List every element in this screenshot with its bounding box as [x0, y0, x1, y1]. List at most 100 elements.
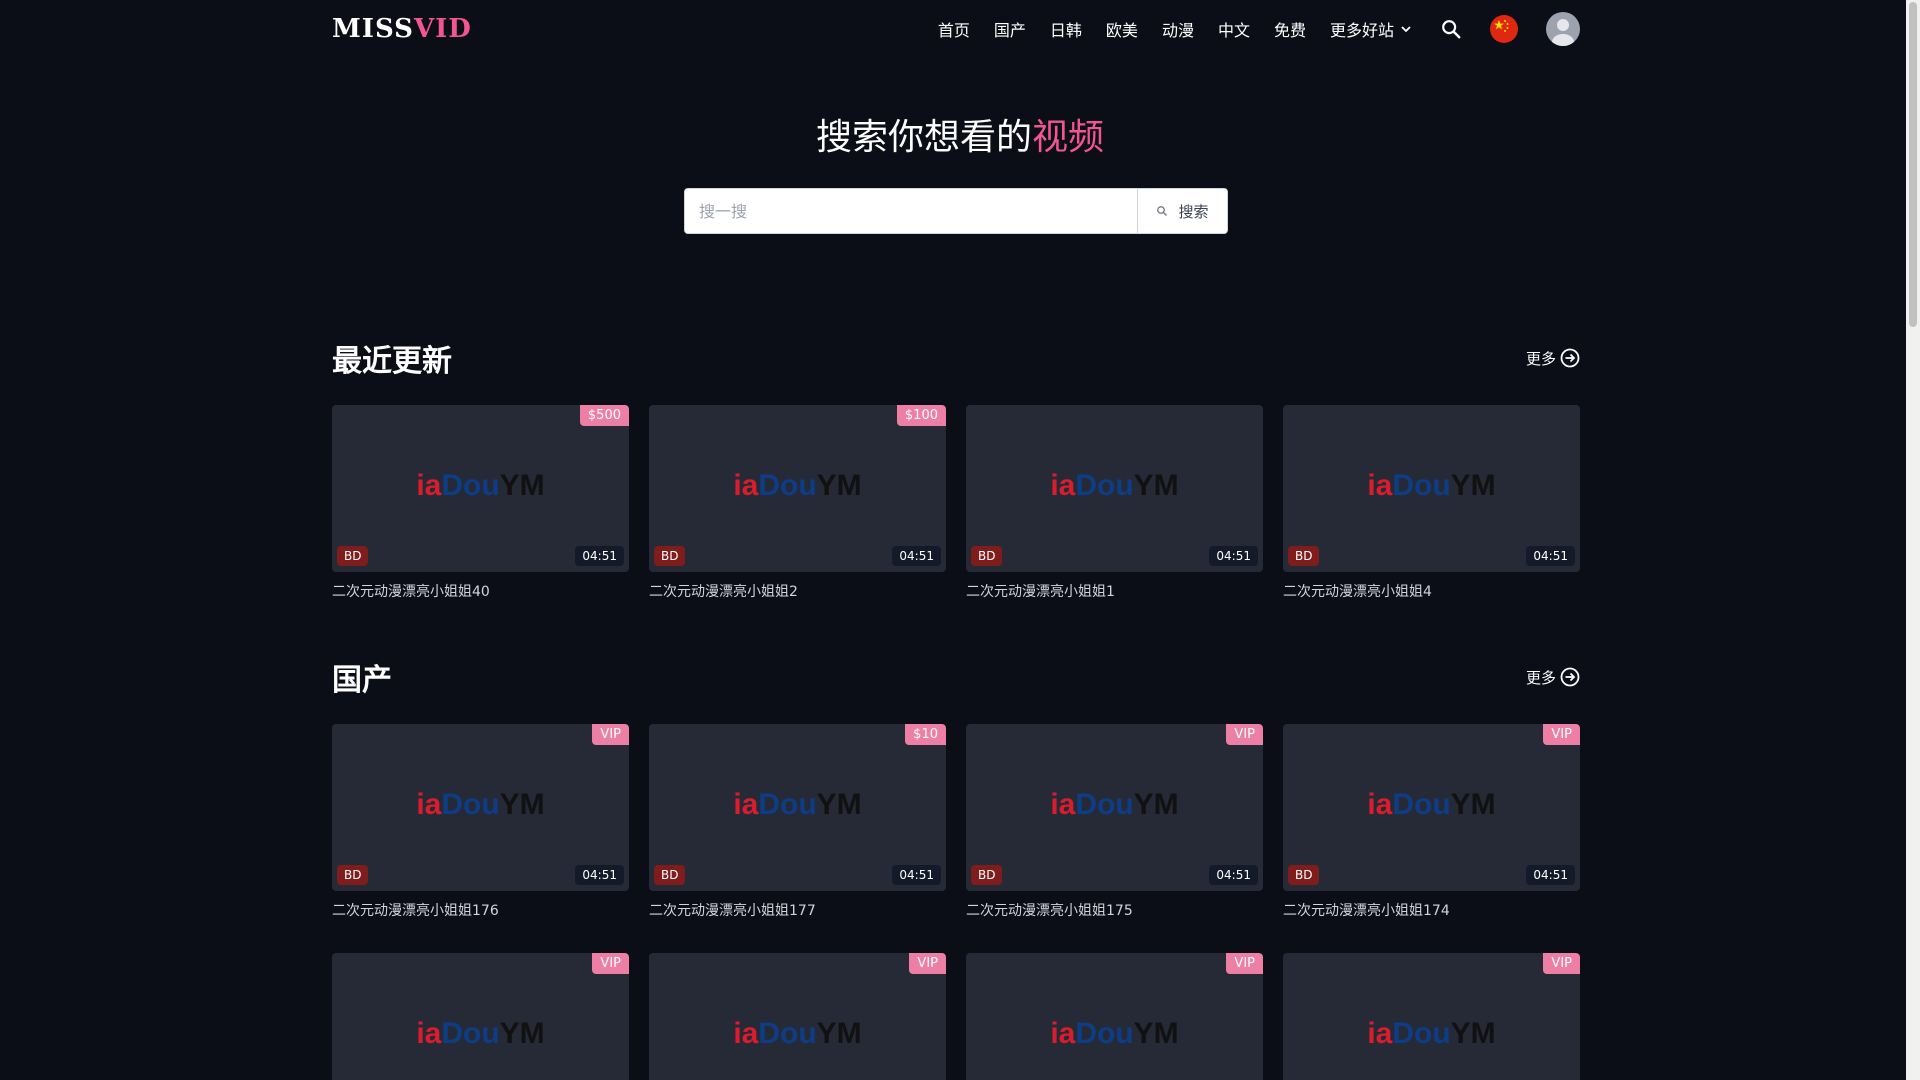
video-thumbnail[interactable]: iaDouYM VIP BD 04:51: [332, 724, 629, 891]
duration-badge: 04:51: [892, 546, 941, 566]
video-thumbnail[interactable]: iaDouYM VIP: [332, 953, 629, 1080]
thumbnail-watermark: iaDouYM: [416, 1017, 545, 1050]
vip-badge: VIP: [1543, 724, 1580, 745]
video-thumbnail[interactable]: iaDouYM VIP BD 04:51: [966, 724, 1263, 891]
thumbnail-watermark: iaDouYM: [1367, 1017, 1496, 1050]
video-title[interactable]: 二次元动漫漂亮小姐姐174: [1283, 900, 1580, 920]
section-title: 国产: [332, 663, 392, 698]
search-button-icon: [1157, 206, 1168, 216]
vip-badge: VIP: [1226, 953, 1263, 974]
site-logo[interactable]: MISSVID: [332, 14, 472, 44]
thumbnail-watermark: iaDouYM: [1050, 1017, 1179, 1050]
nav-item-chinese[interactable]: 中文: [1218, 17, 1250, 41]
page-scrollbar[interactable]: [1906, 0, 1920, 1080]
video-thumbnail[interactable]: iaDouYM BD 04:51: [1283, 405, 1580, 572]
arrow-circle-right-icon: [1560, 667, 1580, 687]
video-card[interactable]: iaDouYM $10 BD 04:51 二次元动漫漂亮小姐姐177: [649, 724, 946, 920]
quality-badge: BD: [337, 865, 369, 885]
video-card[interactable]: iaDouYM VIP BD 04:51 二次元动漫漂亮小姐姐174: [1283, 724, 1580, 920]
more-link[interactable]: 更多: [1526, 348, 1580, 369]
price-badge: $500: [579, 405, 629, 426]
vip-badge: VIP: [1226, 724, 1263, 745]
nav-item-jpkr[interactable]: 日韩: [1050, 17, 1082, 41]
duration-badge: 04:51: [1209, 546, 1258, 566]
thumbnail-watermark: iaDouYM: [733, 1017, 862, 1050]
thumbnail-watermark: iaDouYM: [1367, 469, 1496, 502]
language-switch[interactable]: [1490, 15, 1518, 43]
video-card[interactable]: iaDouYM VIP BD 04:51 二次元动漫漂亮小姐姐176: [332, 724, 629, 920]
price-badge: $10: [905, 724, 946, 745]
search-input[interactable]: [685, 189, 1137, 233]
video-card[interactable]: iaDouYM VIP: [1283, 953, 1580, 1080]
quality-badge: BD: [654, 546, 686, 566]
nav-item-domestic[interactable]: 国产: [994, 17, 1026, 41]
video-card[interactable]: iaDouYM VIP: [649, 953, 946, 1080]
user-menu[interactable]: [1546, 12, 1580, 46]
hero-title-highlight: 视频: [1032, 117, 1105, 158]
video-card[interactable]: iaDouYM VIP BD 04:51 二次元动漫漂亮小姐姐175: [966, 724, 1263, 920]
video-title[interactable]: 二次元动漫漂亮小姐姐176: [332, 900, 629, 920]
video-title[interactable]: 二次元动漫漂亮小姐姐1: [966, 581, 1263, 601]
logo-part-2: VID: [413, 14, 472, 44]
quality-badge: BD: [1288, 865, 1320, 885]
nav-item-free[interactable]: 免费: [1274, 17, 1306, 41]
section-recent: 最近更新 更多 iaDouYM $500 BD 04:51 二次元动漫漂亮小姐姐…: [332, 336, 1580, 601]
site-header: MISSVID 首页 国产 日韩 欧美 动漫 中文 免费 更多好站: [332, 0, 1580, 58]
video-thumbnail[interactable]: iaDouYM VIP: [649, 953, 946, 1080]
section-header: 国产 更多: [332, 655, 1580, 699]
thumbnail-watermark: iaDouYM: [1050, 788, 1179, 821]
video-title[interactable]: 二次元动漫漂亮小姐姐2: [649, 581, 946, 601]
video-title[interactable]: 二次元动漫漂亮小姐姐175: [966, 900, 1263, 920]
video-grid: iaDouYM $500 BD 04:51 二次元动漫漂亮小姐姐40 iaDou…: [332, 405, 1580, 601]
section-domestic: 国产 更多 iaDouYM VIP BD 04:51 二次元动漫漂亮小姐姐176…: [332, 655, 1580, 1080]
more-link[interactable]: 更多: [1526, 667, 1580, 688]
video-thumbnail[interactable]: iaDouYM VIP: [966, 953, 1263, 1080]
nav-item-home[interactable]: 首页: [938, 17, 970, 41]
thumbnail-watermark: iaDouYM: [416, 788, 545, 821]
duration-badge: 04:51: [1209, 865, 1258, 885]
duration-badge: 04:51: [1526, 546, 1575, 566]
search-icon[interactable]: [1440, 18, 1462, 40]
nav-item-western[interactable]: 欧美: [1106, 17, 1138, 41]
nav-more-dropdown[interactable]: 更多好站: [1330, 17, 1412, 41]
quality-badge: BD: [654, 865, 686, 885]
video-title[interactable]: 二次元动漫漂亮小姐姐4: [1283, 581, 1580, 601]
video-card[interactable]: iaDouYM BD 04:51 二次元动漫漂亮小姐姐4: [1283, 405, 1580, 601]
video-card[interactable]: iaDouYM BD 04:51 二次元动漫漂亮小姐姐1: [966, 405, 1263, 601]
video-card[interactable]: iaDouYM VIP: [332, 953, 629, 1080]
nav-item-anime[interactable]: 动漫: [1162, 17, 1194, 41]
video-card[interactable]: iaDouYM VIP: [966, 953, 1263, 1080]
video-thumbnail[interactable]: iaDouYM $100 BD 04:51: [649, 405, 946, 572]
thumbnail-watermark: iaDouYM: [416, 469, 545, 502]
video-thumbnail[interactable]: iaDouYM $500 BD 04:51: [332, 405, 629, 572]
section-title: 最近更新: [332, 344, 452, 379]
china-flag-icon: [1490, 15, 1518, 43]
video-title[interactable]: 二次元动漫漂亮小姐姐40: [332, 581, 629, 601]
video-thumbnail[interactable]: iaDouYM VIP BD 04:51: [1283, 724, 1580, 891]
video-grid: iaDouYM VIP BD 04:51 二次元动漫漂亮小姐姐176 iaDou…: [332, 724, 1580, 920]
user-avatar-icon: [1546, 12, 1580, 46]
vip-badge: VIP: [592, 953, 629, 974]
video-thumbnail[interactable]: iaDouYM $10 BD 04:51: [649, 724, 946, 891]
duration-badge: 04:51: [1526, 865, 1575, 885]
video-card[interactable]: iaDouYM $100 BD 04:51 二次元动漫漂亮小姐姐2: [649, 405, 946, 601]
duration-badge: 04:51: [575, 865, 624, 885]
video-grid-row-2: iaDouYM VIP iaDouYM VIP iaDouYM VIP iaDo…: [332, 953, 1580, 1080]
section-header: 最近更新 更多: [332, 336, 1580, 380]
quality-badge: BD: [971, 865, 1003, 885]
thumbnail-watermark: iaDouYM: [733, 469, 862, 502]
video-thumbnail[interactable]: iaDouYM BD 04:51: [966, 405, 1263, 572]
vip-badge: VIP: [592, 724, 629, 745]
hero-title-main: 搜索你想看的: [815, 117, 1032, 158]
chevron-down-icon: [1401, 26, 1411, 33]
video-thumbnail[interactable]: iaDouYM VIP: [1283, 953, 1580, 1080]
scrollbar-thumb[interactable]: [1909, 2, 1917, 327]
video-title[interactable]: 二次元动漫漂亮小姐姐177: [649, 900, 946, 920]
thumbnail-watermark: iaDouYM: [1050, 469, 1179, 502]
quality-badge: BD: [1288, 546, 1320, 566]
search-button[interactable]: 搜索: [1137, 189, 1227, 233]
video-card[interactable]: iaDouYM $500 BD 04:51 二次元动漫漂亮小姐姐40: [332, 405, 629, 601]
search-bar: 搜索: [684, 188, 1228, 234]
thumbnail-watermark: iaDouYM: [733, 788, 862, 821]
duration-badge: 04:51: [575, 546, 624, 566]
